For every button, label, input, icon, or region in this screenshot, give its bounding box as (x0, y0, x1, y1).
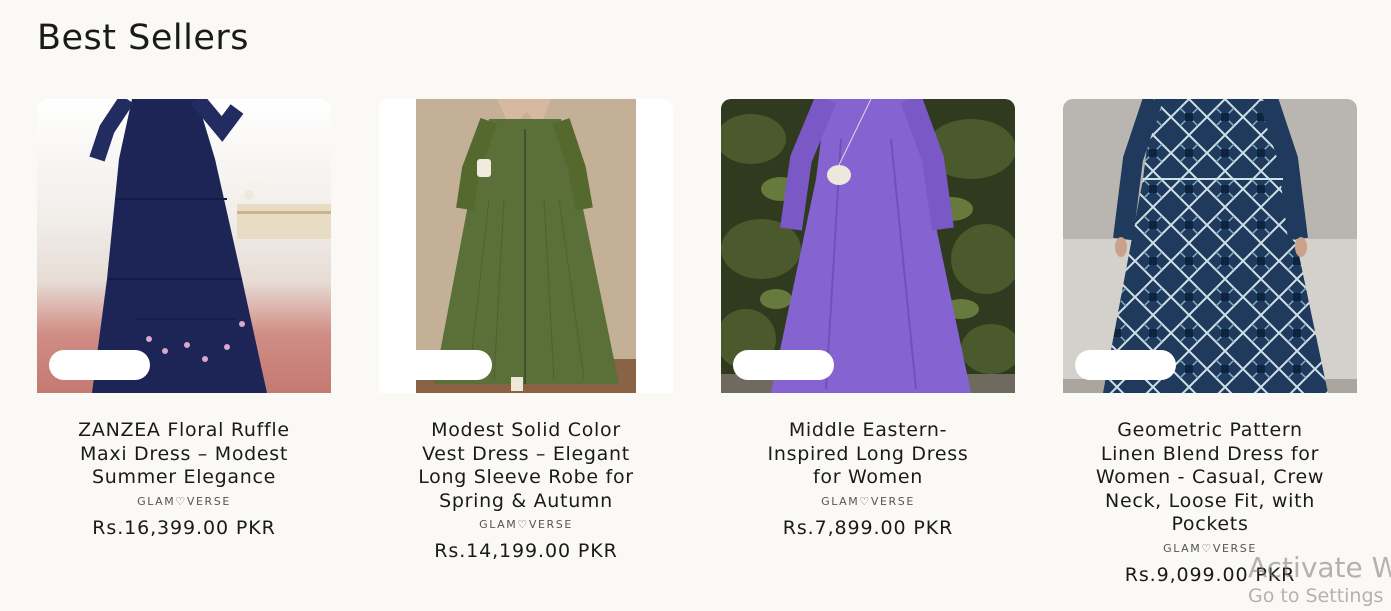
product-image-link[interactable] (721, 99, 1015, 393)
product-vendor: GLAM♡VERSE (137, 494, 231, 508)
green-vest-dress-photo (379, 99, 673, 393)
product-card[interactable]: Modest Solid Color Vest Dress – Elegant … (379, 99, 673, 562)
product-vendor: GLAM♡VERSE (821, 494, 915, 508)
product-badge (49, 350, 150, 380)
product-price: Rs.14,199.00 PKR (434, 540, 618, 562)
product-card[interactable]: Middle Eastern-Inspired Long Dress for W… (721, 99, 1015, 539)
product-image-link[interactable] (379, 99, 673, 393)
watermark-line-1: Activate W (1248, 551, 1391, 584)
purple-long-dress-photo (721, 99, 1015, 393)
product-vendor: GLAM♡VERSE (479, 518, 573, 531)
product-title[interactable]: Modest Solid Color Vest Dress – Elegant … (411, 419, 641, 513)
section-title: Best Sellers (37, 18, 249, 58)
product-badge (1075, 350, 1176, 380)
activation-watermark: Activate W Go to Settings (1248, 551, 1391, 607)
product-price: Rs.16,399.00 PKR (92, 516, 276, 539)
product-title[interactable]: ZANZEA Floral Ruffle Maxi Dress – Modest… (69, 419, 299, 490)
product-card[interactable]: ZANZEA Floral Ruffle Maxi Dress – Modest… (37, 99, 331, 539)
product-badge (391, 350, 492, 380)
product-image-link[interactable] (1063, 99, 1357, 393)
product-card[interactable]: Geometric Pattern Linen Blend Dress for … (1063, 99, 1357, 586)
product-image-link[interactable] (37, 99, 331, 393)
product-title[interactable]: Middle Eastern-Inspired Long Dress for W… (753, 419, 983, 490)
product-title[interactable]: Geometric Pattern Linen Blend Dress for … (1095, 419, 1325, 537)
watermark-line-2: Go to Settings (1248, 585, 1384, 607)
navy-maxi-dress-photo (37, 99, 331, 393)
geometric-pattern-dress-photo (1063, 99, 1357, 393)
product-badge (733, 350, 834, 380)
product-price: Rs.7,899.00 PKR (782, 516, 954, 539)
